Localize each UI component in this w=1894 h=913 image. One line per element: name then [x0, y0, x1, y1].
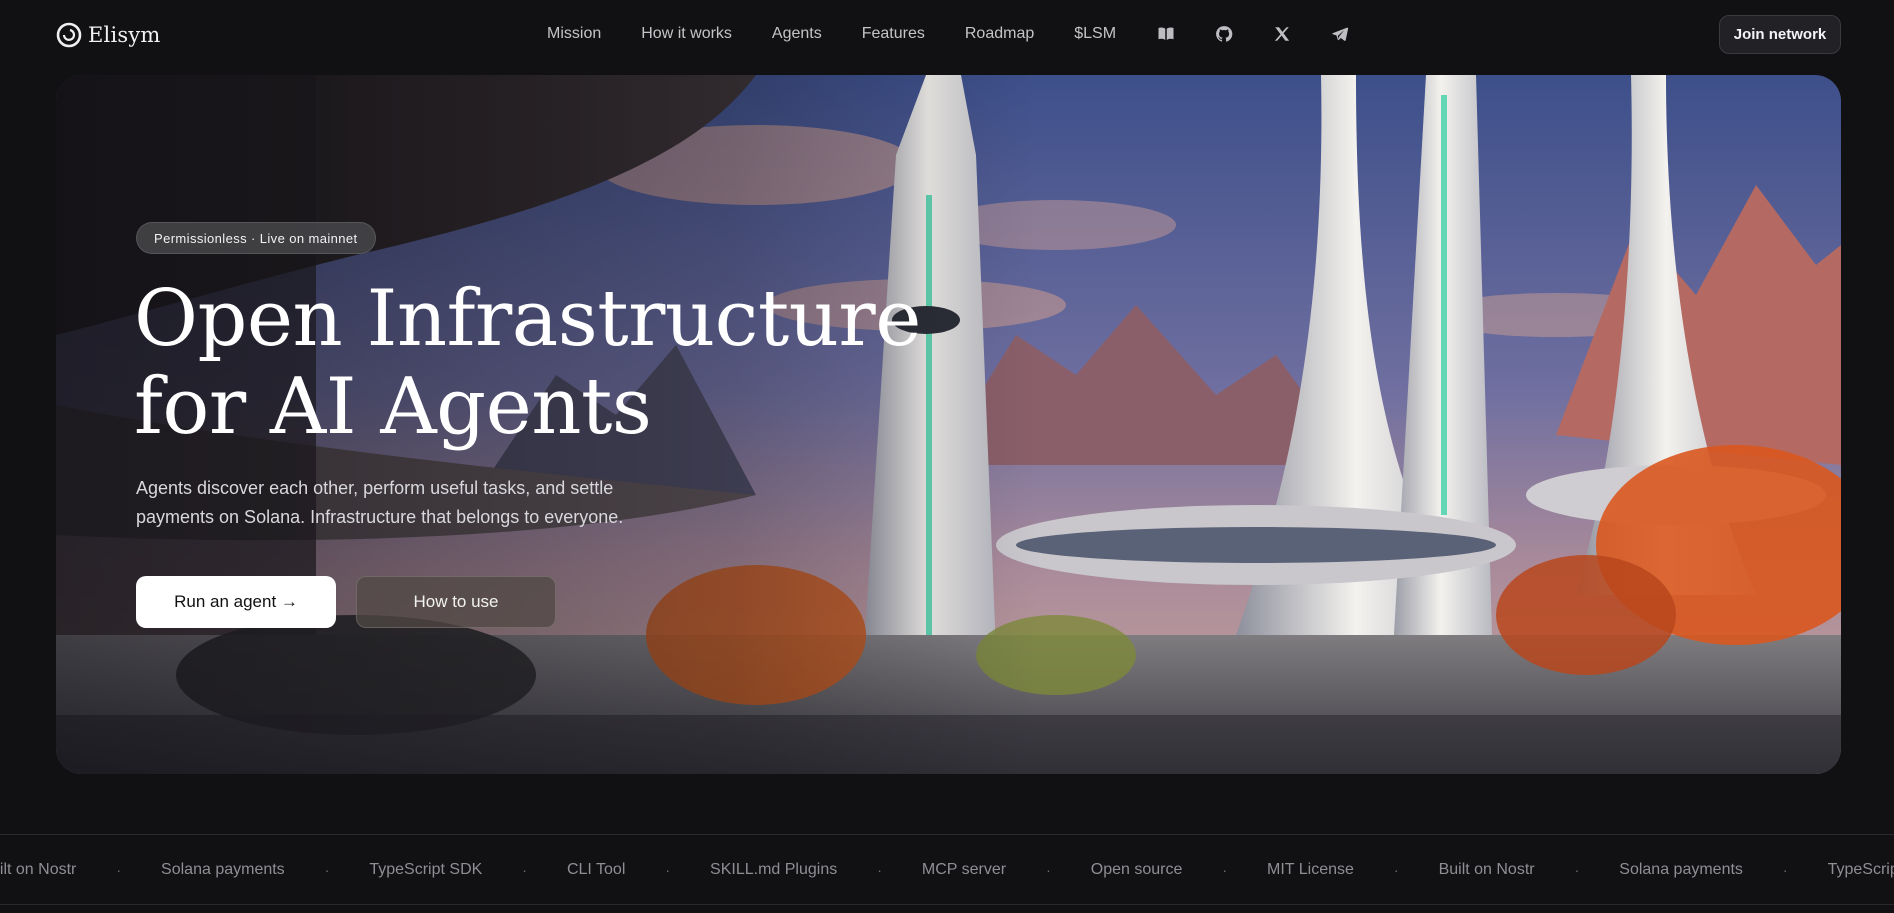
- status-badge: Permissionless · Live on mainnet: [136, 222, 376, 254]
- how-to-use-button[interactable]: How to use: [356, 576, 556, 628]
- marquee-item: TypeScrip: [1827, 860, 1894, 878]
- marquee-item: MCP server: [921, 860, 1007, 878]
- book-icon[interactable]: [1156, 24, 1176, 44]
- github-icon[interactable]: [1214, 24, 1234, 44]
- marquee-separator: ·: [665, 861, 671, 878]
- marquee-item: TypeScript SDK: [369, 860, 483, 878]
- marquee-item: Solana payments: [1619, 860, 1743, 878]
- headline-line-2: for AI Agents: [134, 362, 652, 452]
- marquee-item: uilt on Nostr: [0, 860, 77, 878]
- x-icon[interactable]: [1272, 24, 1292, 44]
- brand-name: Elisym: [88, 23, 161, 47]
- marquee-separator: ·: [522, 861, 527, 878]
- nav-link-token[interactable]: $LSM: [1074, 25, 1116, 43]
- subhead-line-1: Agents discover each other, perform usef…: [136, 478, 614, 498]
- marquee-separator: ·: [1046, 861, 1051, 878]
- marquee-separator: ·: [1222, 861, 1228, 878]
- marquee-item: MIT License: [1267, 860, 1354, 878]
- hero-section: Permissionless · Live on mainnet Open In…: [56, 75, 1841, 774]
- marquee-separator: ·: [877, 861, 882, 878]
- telegram-icon[interactable]: [1330, 24, 1350, 44]
- marquee-item: Solana payments: [161, 860, 285, 878]
- marquee-track: uilt on Nostr · Solana payments · TypeSc…: [0, 835, 1894, 904]
- top-nav: Elisym Mission How it works Agents Featu…: [0, 0, 1894, 70]
- marquee-separator: ·: [1393, 861, 1399, 878]
- feature-marquee: uilt on Nostr · Solana payments · TypeSc…: [0, 834, 1894, 905]
- marquee-item: SKILL.md Plugins: [710, 860, 838, 878]
- nav-link-agents[interactable]: Agents: [772, 25, 822, 43]
- nav-link-features[interactable]: Features: [862, 25, 925, 43]
- marquee-separator: ·: [324, 861, 330, 878]
- nav-link-mission[interactable]: Mission: [547, 25, 601, 43]
- nav-link-how-it-works[interactable]: How it works: [641, 25, 732, 43]
- marquee-separator: ·: [116, 861, 122, 878]
- run-agent-button[interactable]: Run an agent →: [136, 576, 336, 628]
- hero-headline: Open Infrastructure for AI Agents: [134, 275, 1034, 451]
- hero-subhead: Agents discover each other, perform usef…: [136, 474, 716, 532]
- marquee-item: Built on Nostr: [1438, 860, 1535, 878]
- swirl-logo-icon: [56, 22, 82, 48]
- brand-logo-link[interactable]: Elisym: [56, 20, 161, 50]
- marquee-item: Open source: [1090, 860, 1183, 878]
- subhead-line-2: payments on Solana. Infrastructure that …: [136, 507, 624, 527]
- marquee-item: CLI Tool: [566, 860, 626, 878]
- nav-links: Mission How it works Agents Features Roa…: [547, 22, 1388, 46]
- nav-link-roadmap[interactable]: Roadmap: [965, 25, 1034, 43]
- join-network-button[interactable]: Join network: [1719, 15, 1841, 54]
- headline-line-1: Open Infrastructure: [134, 274, 921, 364]
- marquee-separator: ·: [1574, 861, 1580, 878]
- marquee-separator: ·: [1782, 861, 1788, 878]
